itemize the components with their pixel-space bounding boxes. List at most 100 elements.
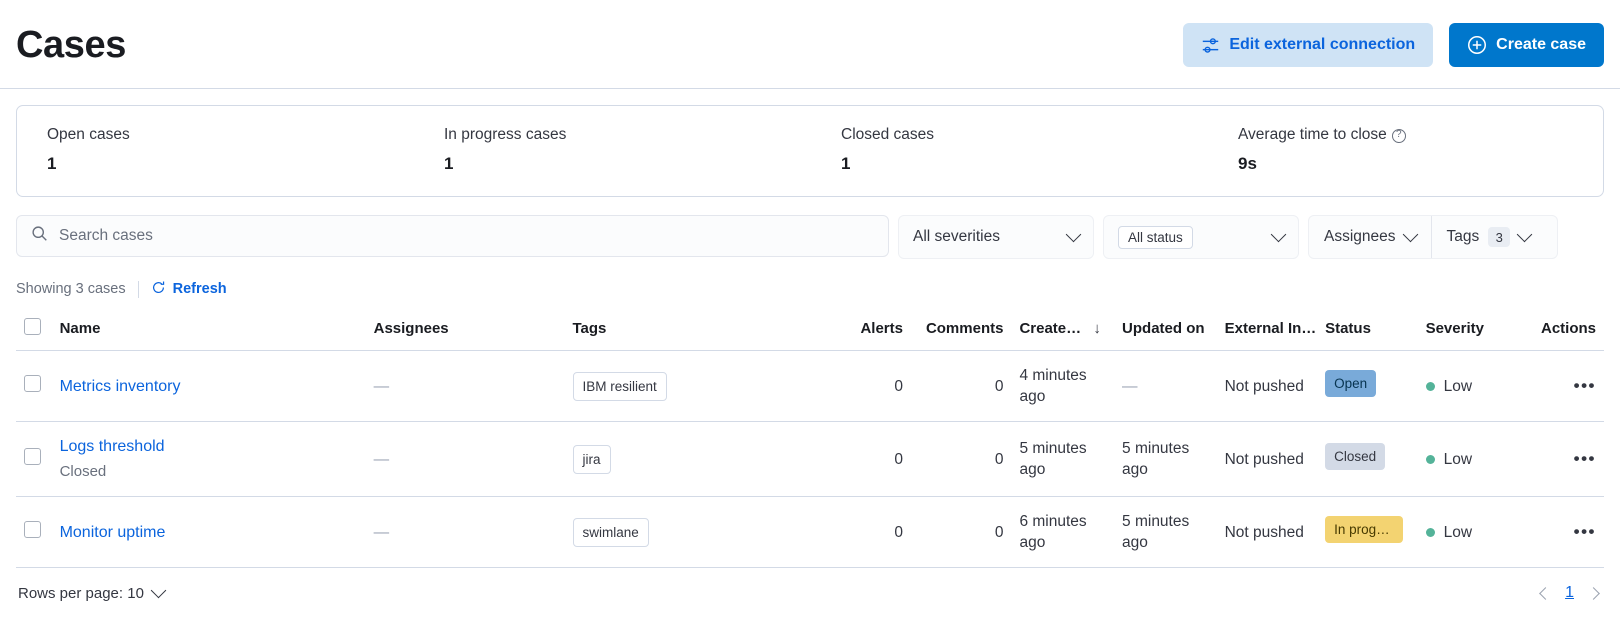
tags-count-badge: 3	[1488, 227, 1511, 247]
row-assignees: —	[365, 421, 565, 497]
stats-panel: Open cases 1 In progress cases 1 Closed …	[16, 105, 1604, 197]
row-assignees: —	[365, 350, 565, 422]
row-severity-cell: Low	[1417, 421, 1521, 497]
row-comments: 0	[910, 350, 1012, 422]
edit-external-connection-button[interactable]: Edit external connection	[1183, 23, 1434, 67]
row-alerts: 0	[841, 421, 911, 497]
column-header-comments[interactable]: Comments	[910, 309, 1012, 351]
page-header: Cases Edit external connection Create ca…	[0, 0, 1620, 74]
column-header-tags[interactable]: Tags	[564, 309, 842, 351]
stat-in-progress-cases-value: 1	[444, 154, 454, 173]
row-select-cell	[16, 421, 52, 497]
assignees-filter-label: Assignees	[1324, 228, 1396, 245]
row-checkbox[interactable]	[24, 520, 41, 538]
row-checkbox[interactable]	[24, 374, 41, 392]
help-icon[interactable]	[1391, 128, 1406, 143]
row-severity-cell: Low	[1417, 496, 1521, 568]
column-header-created[interactable]: Create… ↓	[1011, 309, 1115, 351]
next-page-icon[interactable]	[1587, 586, 1600, 600]
column-header-name[interactable]: Name	[51, 309, 366, 351]
more-actions-icon[interactable]: •••	[1528, 521, 1596, 542]
cases-table-wrap: Name Assignees Tags Alerts Comments Crea…	[0, 309, 1620, 568]
stat-open-cases-value: 1	[47, 154, 57, 173]
row-status-cell: In progr…	[1317, 496, 1418, 568]
stat-open-cases: Open cases 1	[17, 124, 412, 176]
tags-filter[interactable]: Tags 3	[1430, 216, 1546, 258]
chevron-down-icon	[150, 582, 167, 598]
row-select-cell	[16, 496, 52, 568]
severity-dot-icon	[1425, 381, 1435, 391]
severity-label: Low	[1443, 523, 1473, 541]
page-number-1[interactable]: 1	[1560, 584, 1579, 602]
page-title: Cases	[16, 24, 126, 66]
row-tags-cell: IBM resilient	[564, 350, 842, 422]
select-all-checkbox[interactable]	[24, 318, 41, 335]
tag-chip[interactable]: swimlane	[572, 517, 649, 547]
severity-label: Low	[1443, 377, 1473, 395]
stat-in-progress-cases: In progress cases 1	[412, 124, 809, 176]
column-header-created-label: Create…	[1019, 320, 1082, 337]
stat-average-time-to-close-label: Average time to close	[1238, 126, 1387, 143]
status-filter[interactable]: All status	[1103, 215, 1299, 259]
stat-average-time-to-close: Average time to close 9s	[1206, 124, 1603, 176]
row-alerts: 0	[841, 350, 911, 422]
stats-section: Open cases 1 In progress cases 1 Closed …	[0, 89, 1620, 197]
previous-page-icon[interactable]	[1539, 586, 1552, 600]
select-all-header	[16, 309, 52, 351]
row-actions-cell: •••	[1520, 496, 1604, 568]
refresh-button[interactable]: Refresh	[151, 280, 227, 299]
table-body: Metrics inventory — IBM resilient 0 0 4 …	[16, 350, 1604, 568]
status-filter-label: All status	[1118, 225, 1193, 249]
severity-dot-icon	[1425, 454, 1435, 464]
severity-filter[interactable]: All severities	[898, 215, 1094, 259]
column-header-assignees[interactable]: Assignees	[365, 309, 565, 351]
more-actions-icon[interactable]: •••	[1528, 375, 1596, 396]
row-actions-cell: •••	[1520, 350, 1604, 422]
tag-chip[interactable]: IBM resilient	[572, 371, 667, 401]
column-header-alerts[interactable]: Alerts	[841, 309, 911, 351]
chevron-down-icon	[1270, 226, 1287, 242]
filter-bar: All severities All status Assignees Tags…	[0, 197, 1620, 269]
column-header-status[interactable]: Status	[1317, 309, 1418, 351]
column-header-external-incident[interactable]: External In…	[1216, 309, 1318, 351]
severity-dot-icon	[1425, 527, 1435, 537]
row-tags-cell: swimlane	[564, 496, 842, 568]
pagination: 1	[1539, 584, 1600, 602]
header-actions: Edit external connection Create case	[1183, 23, 1604, 67]
case-name-link[interactable]: Logs threshold	[60, 438, 165, 455]
assignees-tags-filter-group: Assignees Tags 3	[1308, 215, 1558, 259]
table-footer: Rows per page: 10 1	[0, 568, 1620, 602]
chevron-down-icon	[1065, 226, 1082, 242]
more-actions-icon[interactable]: •••	[1528, 448, 1596, 469]
chevron-down-icon	[1402, 226, 1418, 242]
tags-filter-label: Tags	[1446, 228, 1480, 245]
case-name-link[interactable]: Metrics inventory	[60, 378, 181, 395]
stat-closed-cases-label: Closed cases	[841, 126, 935, 143]
row-status-cell: Open	[1317, 350, 1418, 422]
create-case-button[interactable]: Create case	[1449, 23, 1604, 67]
assignees-filter[interactable]: Assignees	[1309, 216, 1431, 258]
case-name-link[interactable]: Monitor uptime	[60, 524, 166, 541]
sliders-icon	[1201, 36, 1220, 55]
tag-chip[interactable]: jira	[572, 444, 611, 474]
column-header-updated-on[interactable]: Updated on	[1114, 309, 1217, 351]
sort-descending-icon: ↓	[1093, 320, 1101, 337]
column-header-severity[interactable]: Severity	[1417, 309, 1521, 351]
severity-filter-label: All severities	[913, 228, 1000, 245]
row-external-incident: Not pushed	[1216, 421, 1318, 497]
search-box[interactable]	[16, 215, 889, 257]
row-updated: 5 minutes ago	[1114, 496, 1217, 568]
search-icon	[31, 225, 48, 247]
row-external-incident: Not pushed	[1216, 350, 1318, 422]
refresh-icon	[151, 280, 166, 299]
column-header-actions: Actions	[1520, 309, 1604, 351]
stat-closed-cases: Closed cases 1	[809, 124, 1206, 176]
search-input[interactable]	[59, 227, 874, 245]
cases-table: Name Assignees Tags Alerts Comments Crea…	[16, 309, 1604, 568]
row-assignees: —	[365, 496, 565, 568]
rows-per-page-selector[interactable]: Rows per page: 10	[18, 582, 167, 602]
row-checkbox[interactable]	[24, 447, 41, 465]
row-alerts: 0	[841, 496, 911, 568]
row-select-cell	[16, 350, 52, 422]
row-updated: —	[1114, 350, 1217, 422]
